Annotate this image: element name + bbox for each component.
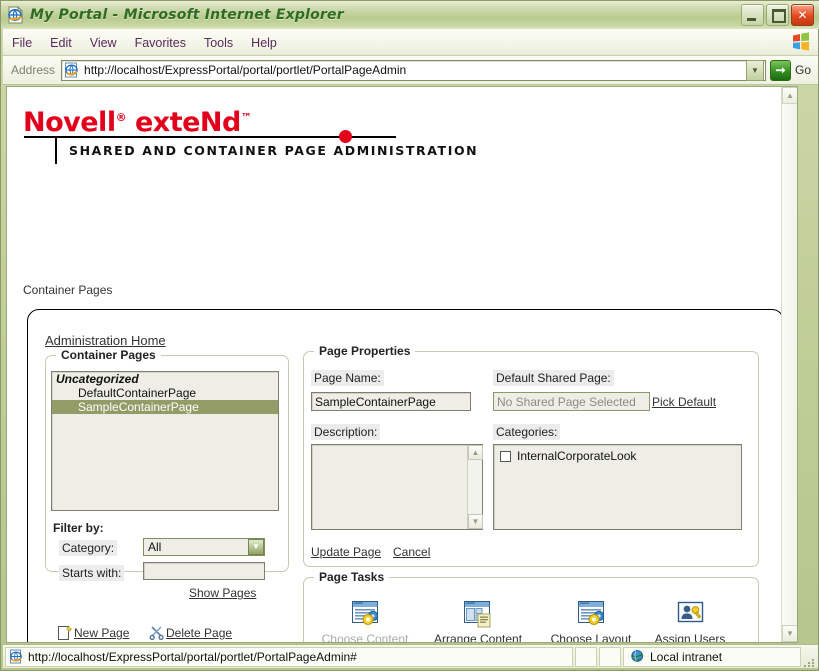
list-item-selected[interactable]: SampleContainerPage [52, 400, 278, 414]
default-shared-page-field[interactable]: No Shared Page Selected [493, 392, 650, 411]
category-checkbox-row[interactable]: InternalCorporateLook [500, 449, 741, 463]
close-button[interactable]: ✕ [791, 4, 814, 26]
status-bar: http://localhost/ExpressPortal/portal/po… [3, 644, 818, 668]
status-text: http://localhost/ExpressPortal/portal/po… [28, 649, 357, 664]
assign-users-icon [674, 600, 707, 629]
page-name-input[interactable]: SampleContainerPage [311, 392, 471, 411]
address-bar: Address http://localhost/ExpressPortal/p… [3, 56, 818, 85]
ie-document-icon [7, 5, 25, 24]
task-arrange-content[interactable]: Arrange Content [423, 600, 533, 642]
brand-wordmark: Novell® exteNd™ [23, 107, 252, 138]
chevron-down-icon[interactable]: ▼ [248, 539, 264, 555]
assign-users-label: Assign Users [654, 632, 726, 642]
chevron-down-icon[interactable]: ▼ [468, 514, 483, 529]
starts-with-input[interactable] [143, 562, 265, 580]
task-assign-users[interactable]: Assign Users [635, 600, 745, 642]
status-cell-1 [575, 646, 597, 667]
address-label: Address [11, 63, 56, 77]
go-button[interactable]: ➞ Go [766, 59, 818, 81]
administration-home-link[interactable]: Administration Home [45, 333, 166, 348]
checkbox-icon[interactable] [500, 450, 511, 462]
address-url-text[interactable]: http://localhost/ExpressPortal/portal/po… [84, 63, 746, 77]
menu-item-favorites[interactable]: Favorites [126, 34, 195, 52]
page-name-label: Page Name: [311, 370, 384, 386]
go-label: Go [794, 63, 811, 77]
ie-page-icon [64, 62, 80, 78]
category-item-label: InternalCorporateLook [517, 449, 637, 463]
brand-dot-icon [339, 130, 352, 143]
browser-window: My Portal - Microsoft Internet Explorer … [0, 0, 819, 671]
menu-bar: File Edit View Favorites Tools Help [3, 29, 818, 56]
delete-page-label: Delete Page [166, 626, 233, 640]
windows-flag-icon [790, 31, 812, 53]
description-label: Description: [311, 424, 381, 440]
breadcrumb: Container Pages [23, 283, 113, 297]
description-scrollbar[interactable]: ▲ ▼ [467, 445, 483, 529]
page-properties-legend: Page Properties [314, 344, 416, 358]
page-content: Novell® exteNd™ SHARED AND CONTAINER PAG… [7, 87, 782, 642]
ie-page-icon [9, 649, 24, 664]
window-title: My Portal - Microsoft Internet Explorer [30, 7, 344, 23]
chevron-up-icon[interactable]: ▲ [468, 445, 483, 460]
chevron-up-icon[interactable]: ▲ [782, 87, 797, 104]
container-pages-listbox[interactable]: Uncategorized DefaultContainerPage Sampl… [51, 371, 279, 511]
security-zone-panel[interactable]: Local intranet [623, 646, 801, 667]
arrange-content-icon [462, 600, 495, 629]
document-viewport: Novell® exteNd™ SHARED AND CONTAINER PAG… [6, 86, 798, 643]
default-shared-page-value: No Shared Page Selected [497, 394, 636, 409]
default-shared-page-label: Default Shared Page: [493, 370, 614, 386]
new-page-label: New Page [74, 626, 130, 640]
filter-by-label: Filter by: [53, 521, 104, 535]
vertical-scrollbar[interactable]: ▲ ▼ [781, 87, 797, 642]
description-textarea[interactable]: ▲ ▼ [311, 444, 483, 530]
starts-with-label: Starts with: [59, 565, 125, 581]
brand-tick [55, 138, 57, 164]
title-bar: My Portal - Microsoft Internet Explorer … [1, 1, 819, 29]
category-select[interactable]: All ▼ [143, 538, 265, 556]
maximize-button[interactable] [766, 4, 789, 26]
page-name-value: SampleContainerPage [315, 394, 436, 409]
go-arrow-icon: ➞ [769, 59, 791, 81]
security-zone-text: Local intranet [650, 649, 723, 664]
novell-extend-logo: Novell® exteNd™ [23, 107, 252, 138]
new-page-link[interactable]: New Page [57, 625, 129, 641]
page-title: SHARED AND CONTAINER PAGE ADMINISTRATION [69, 143, 479, 158]
list-item[interactable]: DefaultContainerPage [52, 386, 278, 400]
choose-layout-icon [575, 600, 608, 629]
menu-item-view[interactable]: View [81, 34, 126, 52]
task-choose-content[interactable]: Choose Content [310, 600, 420, 642]
update-page-link[interactable]: Update Page [311, 545, 381, 559]
choose-layout-label: Choose Layout [550, 632, 632, 642]
globe-icon [630, 649, 645, 664]
page-tasks-legend: Page Tasks [314, 570, 390, 584]
status-cell-2 [599, 646, 621, 667]
arrange-content-label: Arrange Content [433, 632, 523, 642]
chevron-down-icon[interactable]: ▼ [782, 625, 797, 642]
address-input[interactable]: http://localhost/ExpressPortal/portal/po… [61, 59, 766, 81]
menu-item-file[interactable]: File [3, 34, 41, 52]
status-message-panel: http://localhost/ExpressPortal/portal/po… [5, 646, 573, 667]
minimize-button[interactable] [741, 4, 764, 26]
scissors-icon [149, 625, 165, 641]
new-page-icon [57, 625, 73, 641]
pick-default-link[interactable]: Pick Default [652, 395, 716, 409]
task-choose-layout[interactable]: Choose Layout [536, 600, 646, 642]
delete-page-link[interactable]: Delete Page [149, 625, 232, 641]
category-select-value: All [148, 540, 162, 554]
container-pages-legend: Container Pages [56, 348, 161, 362]
list-item-group[interactable]: Uncategorized [52, 372, 278, 386]
chevron-down-icon[interactable]: ▼ [745, 59, 764, 81]
choose-content-label: Choose Content [321, 632, 409, 642]
show-pages-link[interactable]: Show Pages [189, 586, 256, 600]
category-label: Category: [59, 540, 118, 556]
menu-item-help[interactable]: Help [242, 34, 286, 52]
menu-item-tools[interactable]: Tools [195, 34, 242, 52]
resize-grip[interactable] [803, 647, 817, 667]
categories-label: Categories: [493, 424, 561, 440]
choose-content-icon [349, 600, 382, 629]
menu-item-edit[interactable]: Edit [41, 34, 81, 52]
categories-listbox[interactable]: InternalCorporateLook [493, 444, 742, 530]
cancel-link[interactable]: Cancel [393, 545, 430, 559]
